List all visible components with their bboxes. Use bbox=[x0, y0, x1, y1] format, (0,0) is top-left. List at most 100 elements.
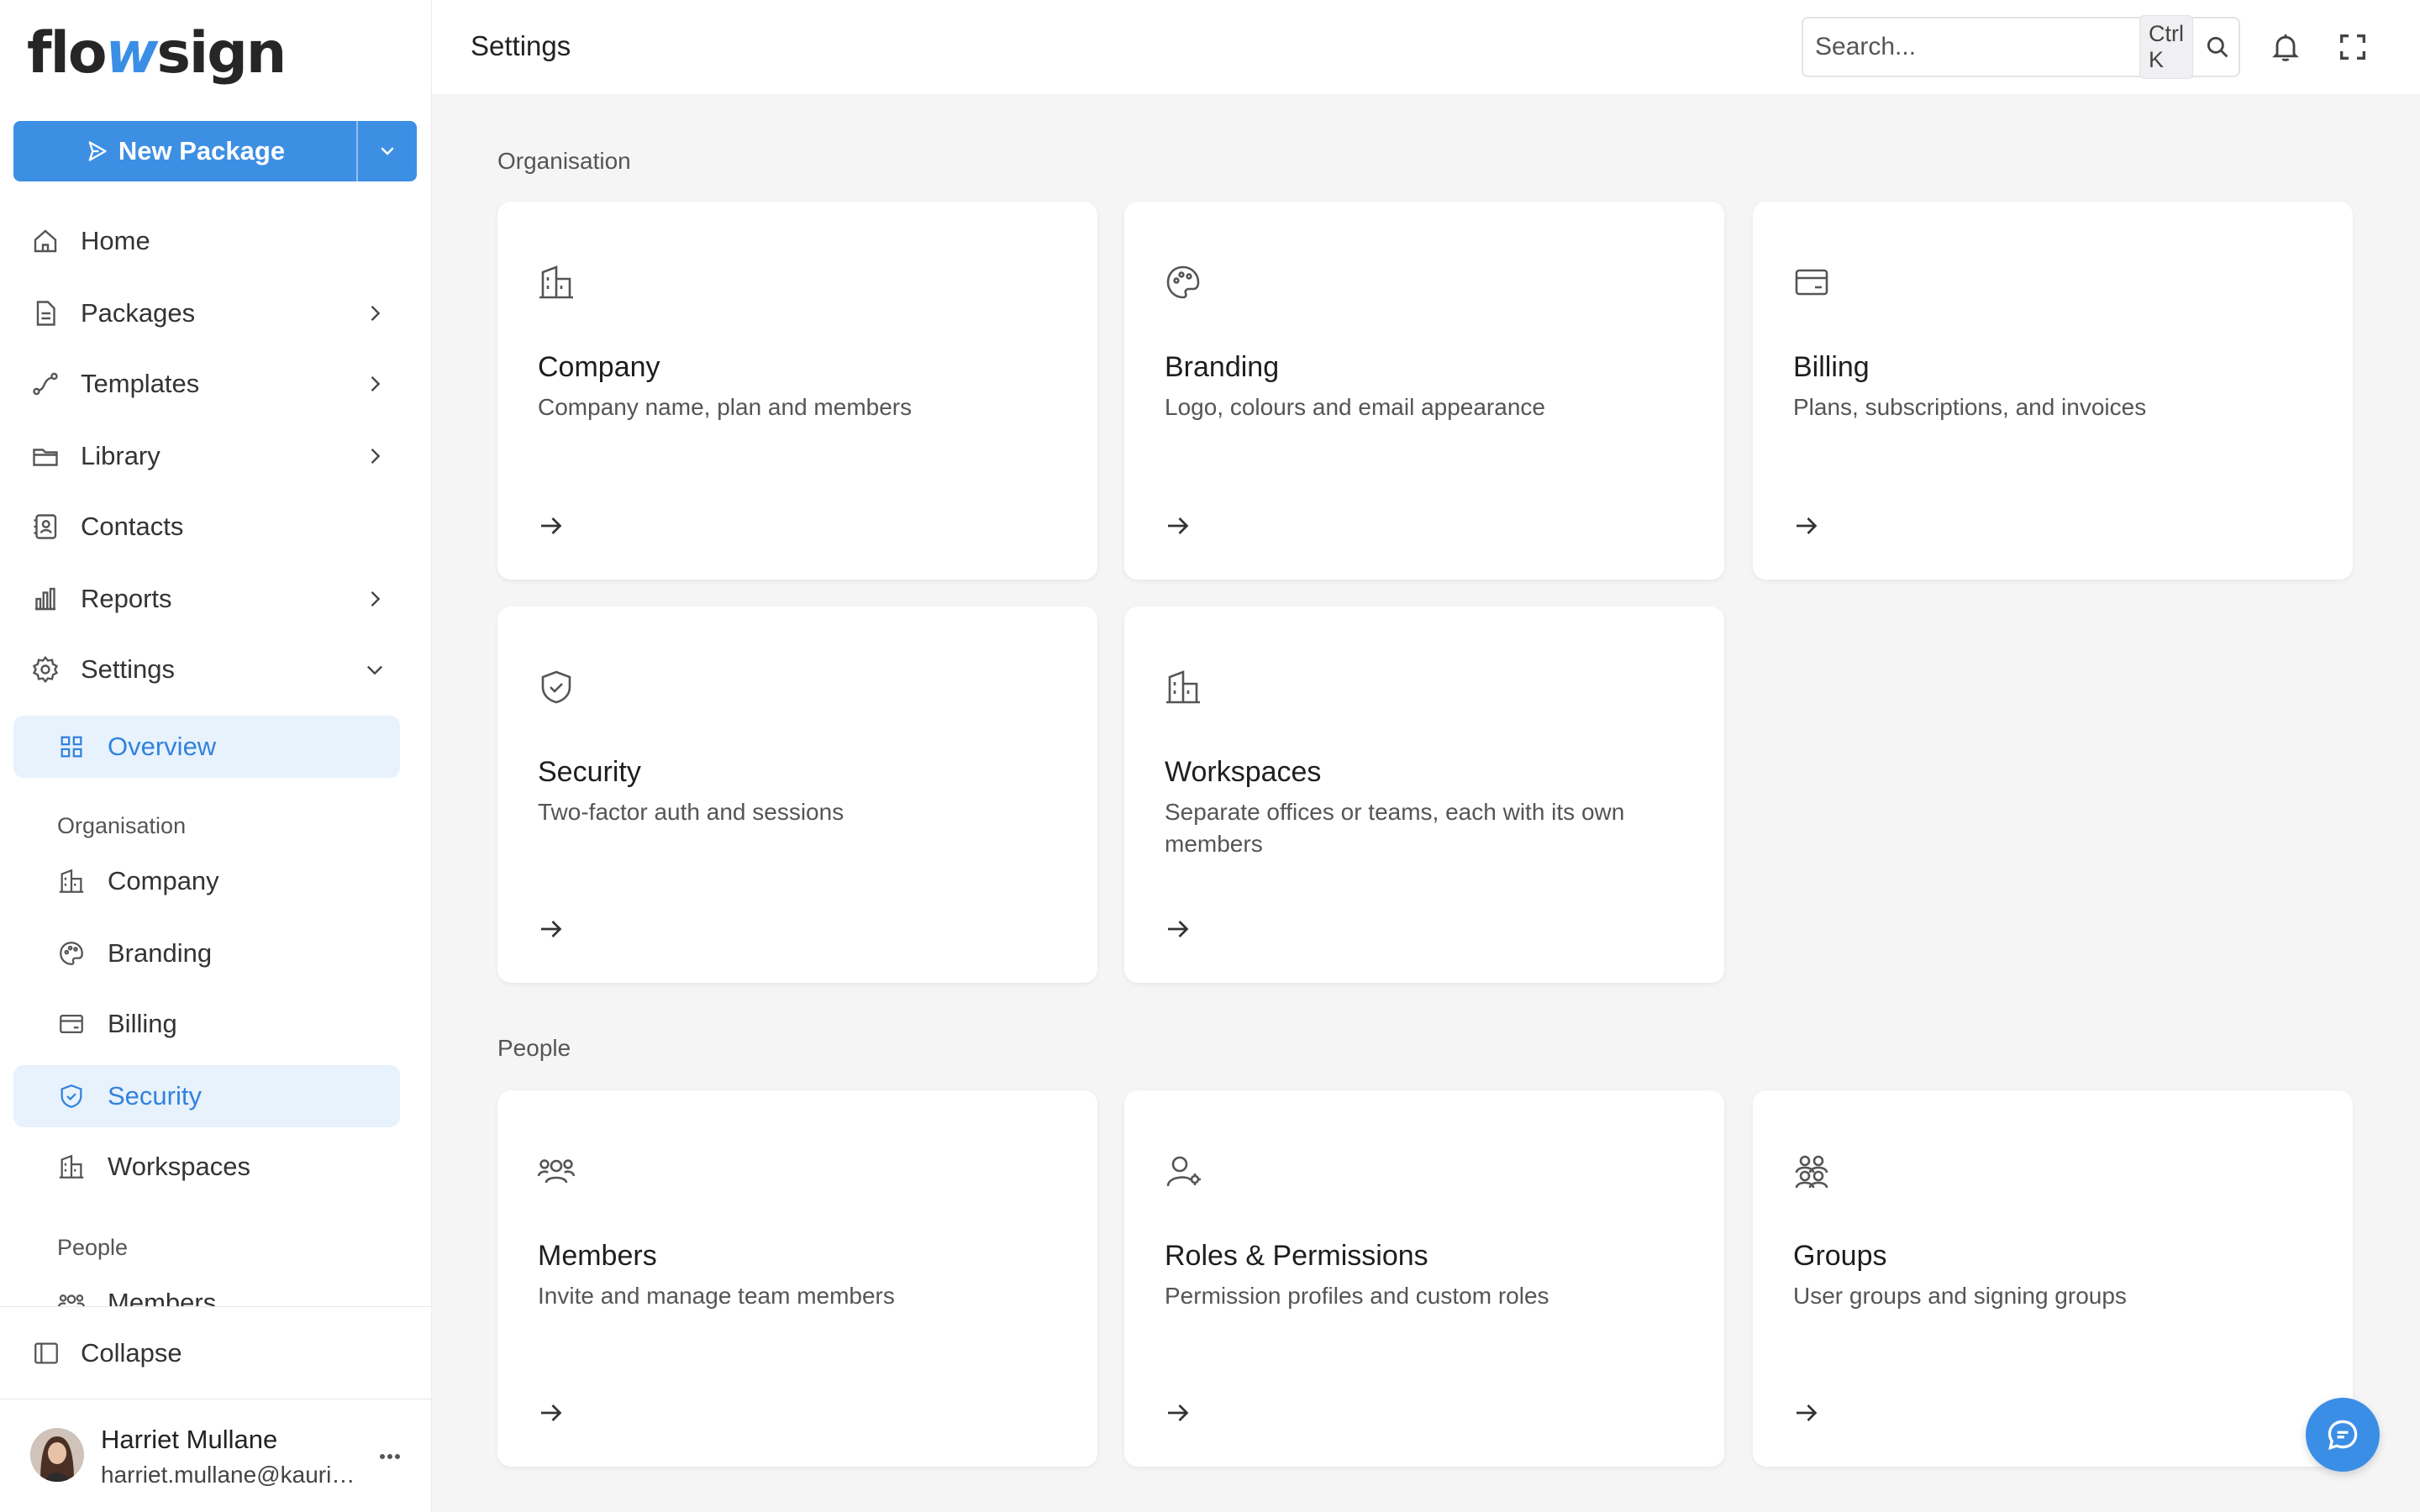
credit-card-icon bbox=[1791, 262, 1832, 302]
settings-card-branding[interactable]: Branding Logo, colours and email appeara… bbox=[1124, 202, 1724, 580]
card-description: Logo, colours and email appearance bbox=[1165, 394, 1545, 420]
building-icon bbox=[57, 1152, 86, 1181]
search-shortcut-badge: Ctrl K bbox=[2139, 15, 2193, 79]
new-package-dropdown-button[interactable] bbox=[356, 121, 417, 181]
new-package-label: New Package bbox=[118, 136, 286, 165]
sidebar-item-label: Company bbox=[108, 866, 219, 895]
sidebar-item-label: Home bbox=[81, 226, 150, 255]
arrow-right-icon bbox=[536, 511, 566, 541]
search-icon[interactable] bbox=[2203, 33, 2232, 61]
sidebar-item-label: Packages bbox=[81, 298, 196, 328]
user-email: harriet.mullane@kauriri... bbox=[101, 1462, 361, 1488]
grid-icon bbox=[57, 732, 86, 761]
chat-support-button[interactable] bbox=[2306, 1398, 2380, 1472]
sidebar-item-label: Library bbox=[81, 441, 160, 470]
chat-bubble-icon bbox=[2324, 1416, 2361, 1453]
sidebar-item-label: Security bbox=[108, 1081, 202, 1110]
chevron-right-icon bbox=[363, 587, 387, 611]
building-icon bbox=[57, 867, 86, 895]
sidebar-section-people: People bbox=[57, 1235, 129, 1260]
section-title-people: People bbox=[497, 1035, 571, 1061]
arrow-right-icon bbox=[1791, 511, 1822, 541]
sidebar-item-company[interactable]: Company bbox=[13, 850, 400, 912]
send-icon bbox=[85, 139, 108, 163]
sidebar-item-billing[interactable]: Billing bbox=[13, 993, 400, 1055]
card-description: Two-factor auth and sessions bbox=[538, 799, 844, 825]
card-title: Billing bbox=[1793, 351, 1870, 383]
search-box[interactable]: Ctrl K bbox=[1802, 15, 2240, 79]
user-name: Harriet Mullane bbox=[101, 1425, 278, 1454]
user-profile[interactable]: Harriet Mullane harriet.mullane@kauriri.… bbox=[0, 1399, 432, 1512]
sidebar-item-templates[interactable]: Templates bbox=[13, 353, 400, 415]
sidebar-item-label: Settings bbox=[81, 654, 176, 684]
new-package-button[interactable]: New Package bbox=[13, 121, 356, 181]
users-group-icon bbox=[1791, 1151, 1832, 1191]
collapse-sidebar-button[interactable]: Collapse bbox=[0, 1306, 432, 1399]
building-icon bbox=[1163, 667, 1203, 707]
settings-card-members[interactable]: Members Invite and manage team members bbox=[497, 1090, 1097, 1467]
sidebar-item-label: Reports bbox=[81, 584, 172, 613]
palette-icon bbox=[57, 939, 86, 968]
sidebar: flowsign New Package Home Packages Templ… bbox=[0, 0, 432, 1512]
sidebar-item-contacts[interactable]: Contacts bbox=[13, 496, 400, 558]
sidebar-item-home[interactable]: Home bbox=[13, 210, 400, 272]
card-description: User groups and signing groups bbox=[1793, 1283, 2127, 1309]
settings-card-security[interactable]: Security Two-factor auth and sessions bbox=[497, 606, 1097, 983]
card-title: Branding bbox=[1165, 351, 1280, 383]
settings-card-workspaces[interactable]: Workspaces Separate offices or teams, ea… bbox=[1124, 606, 1724, 983]
card-title: Workspaces bbox=[1165, 756, 1322, 788]
users-icon bbox=[536, 1151, 576, 1191]
settings-card-roles-permissions[interactable]: Roles & Permissions Permission profiles … bbox=[1124, 1090, 1724, 1467]
shield-check-icon bbox=[57, 1082, 86, 1110]
shield-check-icon bbox=[536, 667, 576, 707]
user-cog-icon bbox=[1163, 1151, 1203, 1191]
sidebar-item-library[interactable]: Library bbox=[13, 425, 400, 487]
settings-card-groups[interactable]: Groups User groups and signing groups bbox=[1753, 1090, 2353, 1467]
card-description: Separate offices or teams, each with its… bbox=[1165, 799, 1625, 857]
chevron-down-icon bbox=[377, 141, 397, 161]
gear-icon bbox=[30, 654, 60, 685]
fullscreen-icon[interactable] bbox=[2336, 30, 2370, 64]
more-options-icon[interactable] bbox=[375, 1446, 405, 1467]
top-header: Settings Ctrl K bbox=[432, 0, 2420, 94]
card-description: Plans, subscriptions, and invoices bbox=[1793, 394, 2147, 420]
chevron-right-icon bbox=[363, 302, 387, 325]
arrow-right-icon bbox=[536, 1398, 566, 1428]
chevron-down-icon bbox=[363, 658, 387, 681]
sidebar-item-workspaces[interactable]: Workspaces bbox=[13, 1136, 400, 1198]
sidebar-item-packages[interactable]: Packages bbox=[13, 282, 400, 344]
settings-card-billing[interactable]: Billing Plans, subscriptions, and invoic… bbox=[1753, 202, 2353, 580]
building-icon bbox=[536, 262, 576, 302]
sidebar-item-label: Overview bbox=[108, 732, 217, 761]
page-title: Settings bbox=[471, 30, 571, 61]
card-title: Company bbox=[538, 351, 660, 383]
bar-chart-icon bbox=[30, 584, 60, 614]
settings-card-company[interactable]: Company Company name, plan and members bbox=[497, 202, 1097, 580]
card-title: Security bbox=[538, 756, 641, 788]
arrow-right-icon bbox=[1163, 914, 1193, 944]
sidebar-item-members[interactable]: Members bbox=[13, 1272, 400, 1306]
sidebar-panel-icon bbox=[32, 1339, 60, 1368]
new-package-split-button: New Package bbox=[13, 121, 417, 181]
sidebar-item-security[interactable]: Security bbox=[13, 1065, 400, 1127]
arrow-right-icon bbox=[1163, 1398, 1193, 1428]
card-title: Members bbox=[538, 1240, 657, 1272]
folder-icon bbox=[30, 441, 60, 471]
flowsign-logo[interactable]: flowsign bbox=[27, 20, 287, 87]
contact-book-icon bbox=[30, 512, 60, 542]
arrow-right-icon bbox=[1163, 511, 1193, 541]
bell-icon[interactable] bbox=[2269, 30, 2302, 64]
card-title: Roles & Permissions bbox=[1165, 1240, 1428, 1272]
search-input[interactable] bbox=[1815, 22, 2139, 72]
chevron-right-icon bbox=[363, 444, 387, 468]
sidebar-item-label: Contacts bbox=[81, 512, 184, 541]
collapse-label: Collapse bbox=[81, 1337, 182, 1368]
card-title: Groups bbox=[1793, 1240, 1887, 1272]
sidebar-item-branding[interactable]: Branding bbox=[13, 922, 400, 984]
sidebar-item-reports[interactable]: Reports bbox=[13, 568, 400, 630]
sidebar-item-settings[interactable]: Settings bbox=[13, 638, 400, 701]
sidebar-item-overview[interactable]: Overview bbox=[13, 716, 400, 778]
card-description: Company name, plan and members bbox=[538, 394, 913, 420]
sidebar-item-label: Billing bbox=[108, 1009, 177, 1038]
sidebar-section-organisation: Organisation bbox=[57, 813, 187, 838]
